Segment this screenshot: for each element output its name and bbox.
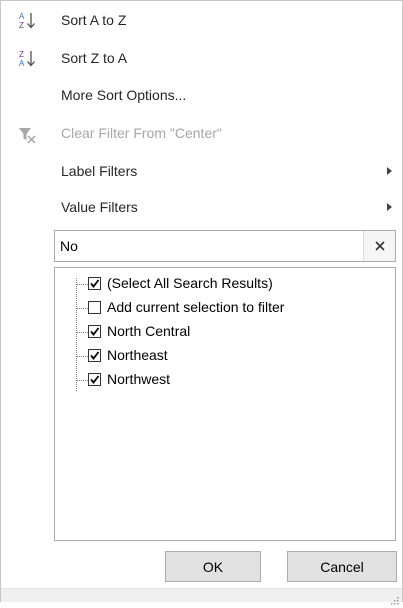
filter-values-list[interactable]: (Select All Search Results) Add current … bbox=[54, 267, 396, 541]
sort-ascending-icon: A Z bbox=[17, 11, 39, 33]
list-item-label: Northwest bbox=[107, 371, 171, 387]
tree-branch bbox=[76, 356, 88, 357]
filter-dropdown-panel: A Z Sort A to Z Z A Sort Z to A More Sor… bbox=[0, 0, 403, 605]
clear-filter-label: Clear Filter From "Center" bbox=[61, 125, 222, 141]
clear-filter-icon bbox=[17, 124, 39, 146]
value-filters-label: Value Filters bbox=[61, 199, 138, 215]
label-filters-item[interactable]: Label Filters bbox=[1, 156, 402, 188]
svg-text:Z: Z bbox=[19, 50, 24, 59]
checkmark-icon bbox=[90, 351, 100, 360]
chevron-right-icon bbox=[387, 203, 392, 211]
checkbox[interactable] bbox=[88, 373, 101, 386]
cancel-button[interactable]: Cancel bbox=[287, 551, 397, 582]
more-sort-options-label: More Sort Options... bbox=[61, 87, 187, 103]
checkmark-icon bbox=[90, 327, 100, 336]
list-item-label: (Select All Search Results) bbox=[107, 275, 273, 291]
ok-button[interactable]: OK bbox=[165, 551, 261, 582]
checkbox[interactable] bbox=[88, 349, 101, 362]
clear-filter-item[interactable]: Clear Filter From "Center" bbox=[1, 118, 402, 150]
sort-a-to-z-item[interactable]: A Z Sort A to Z bbox=[1, 5, 402, 37]
list-item-label: Northeast bbox=[107, 347, 168, 363]
list-item[interactable]: Add current selection to filter bbox=[55, 296, 395, 320]
checkmark-icon bbox=[90, 279, 100, 288]
tree-branch bbox=[76, 284, 88, 285]
label-filters-label: Label Filters bbox=[61, 163, 138, 179]
tree-branch bbox=[76, 308, 88, 309]
list-item[interactable]: North Central bbox=[55, 320, 395, 344]
sort-z-to-a-label: Sort Z to A bbox=[61, 50, 128, 66]
tree-branch bbox=[76, 380, 88, 381]
sort-descending-icon: Z A bbox=[17, 49, 39, 71]
list-item-label: North Central bbox=[107, 323, 191, 339]
tree-branch bbox=[76, 332, 88, 333]
list-item[interactable]: (Select All Search Results) bbox=[55, 272, 395, 296]
more-sort-options-item[interactable]: More Sort Options... bbox=[1, 80, 402, 112]
resize-grip-icon[interactable] bbox=[391, 592, 399, 605]
close-icon bbox=[374, 241, 385, 251]
value-filters-item[interactable]: Value Filters bbox=[1, 192, 402, 224]
search-input[interactable] bbox=[55, 231, 363, 261]
list-item[interactable]: Northwest bbox=[55, 368, 395, 392]
search-box bbox=[54, 230, 396, 262]
list-item[interactable]: Northeast bbox=[55, 344, 395, 368]
checkbox[interactable] bbox=[88, 301, 101, 314]
sort-z-to-a-item[interactable]: Z A Sort Z to A bbox=[1, 43, 402, 75]
checkbox[interactable] bbox=[88, 325, 101, 338]
svg-text:A: A bbox=[19, 12, 25, 21]
svg-text:Z: Z bbox=[19, 21, 24, 30]
resize-bar bbox=[1, 588, 402, 605]
checkbox[interactable] bbox=[88, 277, 101, 290]
svg-text:A: A bbox=[19, 59, 25, 68]
checkmark-icon bbox=[90, 375, 100, 384]
sort-a-to-z-label: Sort A to Z bbox=[61, 12, 127, 28]
list-item-label: Add current selection to filter bbox=[107, 299, 285, 315]
clear-search-button[interactable] bbox=[363, 231, 395, 261]
chevron-right-icon bbox=[387, 167, 392, 175]
